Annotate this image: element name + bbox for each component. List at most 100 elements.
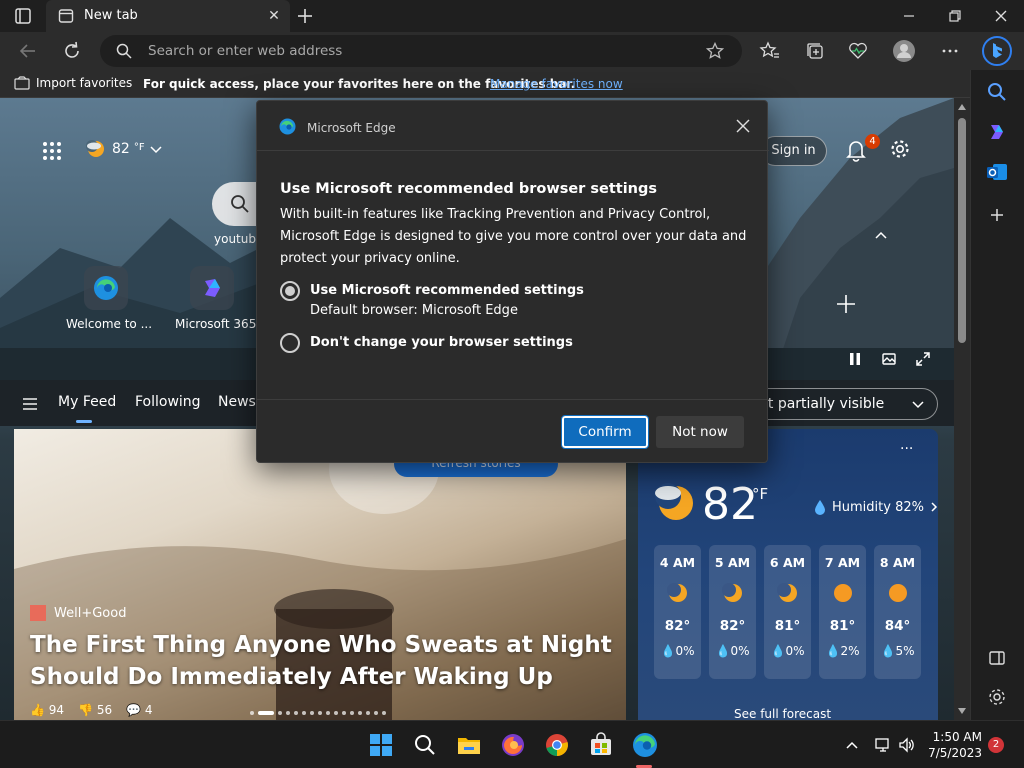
carousel-dot[interactable] <box>326 711 330 715</box>
sidebar-add-icon[interactable] <box>985 203 1009 227</box>
sidebar-search-icon[interactable] <box>985 80 1009 104</box>
restore-button[interactable] <box>932 0 978 32</box>
browser-essentials-icon[interactable] <box>843 36 873 66</box>
scroll-down-arrow-icon[interactable] <box>958 708 966 714</box>
expand-icon[interactable] <box>915 351 931 367</box>
humidity-button[interactable]: Humidity 82% <box>814 499 938 515</box>
carousel-dot[interactable] <box>382 711 386 715</box>
carousel-dot-active[interactable] <box>258 711 274 715</box>
tab-following[interactable]: Following <box>135 394 201 410</box>
dialog-close-icon[interactable] <box>735 118 751 134</box>
favorites-icon[interactable] <box>755 36 785 66</box>
radio-keep-label[interactable]: Don't change your browser settings <box>310 335 573 350</box>
carousel-dot[interactable] <box>294 711 298 715</box>
bing-chat-icon[interactable] <box>981 35 1013 67</box>
page-settings-gear-icon[interactable] <box>889 138 911 160</box>
address-bar[interactable] <box>100 35 742 67</box>
carousel-dot[interactable] <box>334 711 338 715</box>
carousel-dot[interactable] <box>366 711 370 715</box>
radio-recommended-label[interactable]: Use Microsoft recommended settings <box>310 283 584 298</box>
clock-time: 1:50 AM <box>932 730 982 744</box>
dislike-button[interactable]: 👎 56 <box>78 703 112 717</box>
refresh-icon[interactable] <box>57 36 87 66</box>
notification-center-badge[interactable]: 2 <box>988 737 1004 753</box>
import-favorites-button[interactable]: Import favorites <box>14 76 132 90</box>
show-hidden-icons-chevron-icon[interactable] <box>844 737 860 753</box>
tab-my-feed[interactable]: My Feed <box>58 394 116 410</box>
sidebar-settings-icon[interactable] <box>985 685 1009 709</box>
scrollbar-thumb[interactable] <box>958 118 966 343</box>
hourly-forecast-item[interactable]: 5 AM 82° 💧0% <box>709 545 756 679</box>
confirm-button[interactable]: Confirm <box>561 415 649 449</box>
hourly-forecast-item[interactable]: 4 AM 82° 💧0% <box>654 545 701 679</box>
tab-news[interactable]: News <box>218 394 256 410</box>
like-button[interactable]: 👍 94 <box>30 703 64 717</box>
apps-launcher-icon[interactable] <box>42 141 62 161</box>
comment-button[interactable]: 💬 4 <box>126 703 152 717</box>
minimize-button[interactable] <box>886 0 932 32</box>
quick-link-tile-microsoft-365[interactable] <box>190 266 234 310</box>
new-tab-button[interactable] <box>294 5 316 27</box>
tab-new-tab[interactable]: New tab ✕ <box>46 0 290 32</box>
chrome-icon[interactable] <box>544 732 570 758</box>
see-full-forecast-link[interactable]: See full forecast <box>734 707 831 720</box>
image-info-icon[interactable] <box>881 351 897 367</box>
radio-recommended-settings[interactable] <box>280 281 300 301</box>
content-visibility-dropdown[interactable]: nt partially visible <box>748 388 938 420</box>
hourly-forecast-item[interactable]: 8 AM 84° 💧5% <box>874 545 921 679</box>
address-input[interactable] <box>148 35 688 67</box>
carousel-dot[interactable] <box>342 711 346 715</box>
sidebar-outlook-icon[interactable] <box>985 160 1009 184</box>
windows-start-icon[interactable] <box>368 732 394 758</box>
page-scrollbar[interactable] <box>954 98 970 720</box>
carousel-dot[interactable] <box>374 711 378 715</box>
back-arrow-icon[interactable] <box>13 36 43 66</box>
carousel-dot[interactable] <box>318 711 322 715</box>
favorite-star-icon[interactable] <box>706 42 724 60</box>
carousel-dot[interactable] <box>302 711 306 715</box>
pause-icon[interactable] <box>847 351 863 367</box>
scroll-up-arrow-icon[interactable] <box>958 104 966 110</box>
notifications-bell-icon[interactable] <box>845 138 867 162</box>
profile-avatar[interactable] <box>889 36 919 66</box>
close-window-button[interactable] <box>978 0 1024 32</box>
hamburger-menu-icon[interactable] <box>22 397 38 411</box>
hourly-forecast-item[interactable]: 6 AM 81° 💧0% <box>764 545 811 679</box>
tab-close-icon[interactable]: ✕ <box>264 6 284 26</box>
windows-taskbar: 1:50 AM 7/5/2023 2 <box>0 720 1024 768</box>
weather-card[interactable]: ··· 82 °F Humidity 82% 4 AM 82° 💧0% 5 AM… <box>638 429 938 720</box>
sign-in-button[interactable]: Sign in <box>760 136 827 166</box>
chevron-up-icon[interactable] <box>874 229 888 239</box>
carousel-dot[interactable] <box>286 711 290 715</box>
firefox-icon[interactable] <box>500 732 526 758</box>
edge-taskbar-icon[interactable] <box>632 732 658 758</box>
news-story-card[interactable]: Refresh stories Well+Good The First Thin… <box>14 429 626 720</box>
comment-count: 4 <box>144 703 153 717</box>
carousel-dot[interactable] <box>250 711 254 715</box>
collections-icon[interactable] <box>800 36 830 66</box>
file-explorer-icon[interactable] <box>456 732 482 758</box>
hourly-forecast-item[interactable]: 7 AM 81° 💧2% <box>819 545 866 679</box>
system-clock[interactable]: 1:50 AM 7/5/2023 <box>928 729 982 761</box>
tab-actions-icon[interactable] <box>12 6 34 26</box>
more-options-icon[interactable] <box>935 36 965 66</box>
add-quick-link-icon[interactable] <box>836 294 856 314</box>
sidebar-toggle-icon[interactable] <box>985 646 1009 670</box>
quick-link-tile-welcome[interactable] <box>84 266 128 310</box>
microsoft-store-icon[interactable] <box>588 732 614 758</box>
weather-more-options[interactable]: ··· <box>900 441 913 457</box>
carousel-pagination[interactable] <box>250 711 386 715</box>
not-now-button[interactable]: Not now <box>656 416 744 448</box>
story-headline[interactable]: The First Thing Anyone Who Sweats at Nig… <box>30 629 620 693</box>
sidebar-copilot-icon[interactable] <box>985 120 1009 144</box>
network-icon[interactable] <box>874 737 890 753</box>
manage-favorites-link[interactable]: Manage favorites now <box>490 77 623 91</box>
taskbar-search-icon[interactable] <box>412 732 438 758</box>
volume-icon[interactable] <box>898 737 914 753</box>
weather-widget-button[interactable]: 82 °F <box>84 138 163 160</box>
carousel-dot[interactable] <box>310 711 314 715</box>
radio-keep-settings[interactable] <box>280 333 300 353</box>
carousel-dot[interactable] <box>278 711 282 715</box>
carousel-dot[interactable] <box>350 711 354 715</box>
carousel-dot[interactable] <box>358 711 362 715</box>
